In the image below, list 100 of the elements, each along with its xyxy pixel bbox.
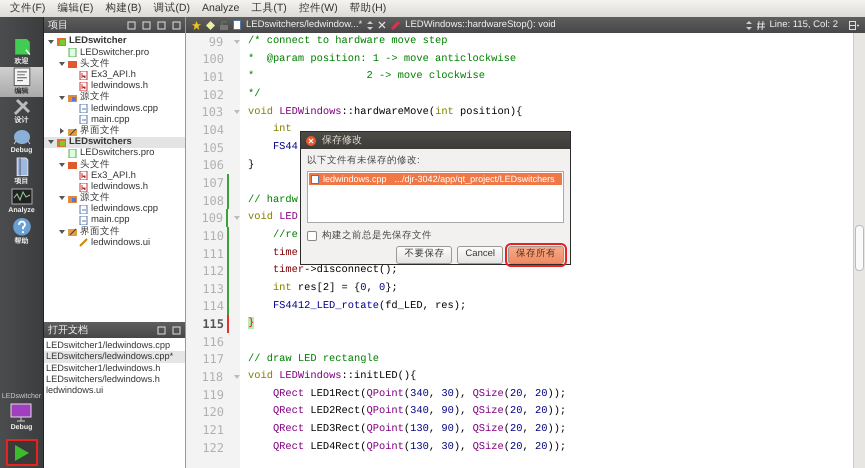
header-file-icon — [79, 182, 88, 192]
code-line: int — [272, 122, 292, 138]
source-file-icon — [311, 174, 319, 184]
updown-arrows-icon[interactable] — [367, 20, 374, 30]
tree-item[interactable]: LEDswitchers — [44, 136, 185, 148]
line-number: 104 — [201, 122, 224, 140]
code-line: // hardw — [248, 192, 298, 208]
tree-item[interactable]: ledwindows.cpp — [44, 204, 185, 215]
panel-title: 打开文档 — [48, 324, 88, 338]
menu-item[interactable]: 调试(D) — [147, 0, 196, 17]
expanded-arrow-icon[interactable] — [47, 38, 55, 46]
bug-icon — [12, 128, 32, 146]
tree-item[interactable]: LEDswitcher.pro — [44, 47, 185, 58]
line-number: 107 — [201, 174, 224, 192]
folder-icon — [68, 59, 77, 68]
folder-icon — [68, 160, 77, 170]
menu-item[interactable]: 构建(B) — [99, 0, 148, 17]
code-line: int res[2] = {0, 0}; — [272, 280, 398, 296]
tree-item[interactable]: ledwindows.cpp — [44, 103, 185, 114]
line-number: 110 — [201, 228, 224, 245]
menu-item[interactable]: 工具(T) — [245, 0, 293, 17]
play-icon — [14, 444, 30, 462]
updown-arrows-icon[interactable] — [746, 20, 752, 30]
pencil-ruler-icon — [12, 98, 30, 116]
line-number: 116 — [201, 334, 224, 351]
code-line: } — [248, 158, 254, 172]
tree-item[interactable]: 头文件 — [44, 159, 185, 170]
tree-item[interactable]: 源文件 — [44, 192, 185, 204]
close-icon[interactable] — [306, 136, 316, 146]
menu-item[interactable]: 控件(W) — [292, 0, 344, 17]
expanded-arrow-icon[interactable] — [58, 60, 66, 68]
cursor-position: Line: 115, Col: 2 — [770, 18, 838, 32]
menu-item[interactable]: 帮助(H) — [344, 0, 392, 17]
tree-item[interactable]: 界面文件 — [44, 226, 185, 238]
project-icon — [57, 138, 66, 147]
close-icon[interactable] — [378, 21, 386, 29]
expanded-arrow-icon[interactable] — [58, 160, 66, 169]
header-file-icon — [79, 82, 88, 91]
file-selector[interactable]: LEDswitchers/ledwindow...* — [246, 18, 362, 32]
tree-item[interactable]: ledwindows.h — [44, 181, 185, 193]
collapsed-arrow-icon[interactable] — [58, 127, 66, 136]
source-file-icon — [79, 204, 88, 214]
help-icon — [12, 217, 32, 236]
code-line: void LEDWindows::hardwareMove(int position){ — [248, 104, 522, 120]
tree-item[interactable]: LEDswitchers.pro — [44, 148, 185, 160]
star-icon[interactable] — [192, 20, 201, 30]
line-number: 118 — [200, 369, 224, 386]
open-document-item[interactable]: ledwindows.ui — [44, 385, 185, 396]
menu-item[interactable]: Analyze — [196, 0, 246, 17]
source-file-icon — [79, 104, 88, 114]
line-number: 101 — [201, 69, 224, 86]
code-line: QRect LED1Rect(QPoint(340, 30), QSize(20, 20)); — [272, 386, 566, 402]
code-line: QRect LED4Rect(QPoint(130, 30), QSize(20, 20)); — [272, 440, 566, 455]
tree-item[interactable]: LEDswitcher — [44, 36, 185, 48]
code-line: */ — [248, 86, 260, 102]
monitor-graph-icon — [10, 188, 32, 206]
tree-item[interactable]: main.cpp — [44, 114, 185, 126]
open-document-item[interactable]: LEDswitchers/ledwindows.h — [44, 374, 185, 386]
scrollbar-thumb[interactable] — [855, 225, 864, 271]
expanded-arrow-icon[interactable] — [58, 94, 66, 102]
tree-item[interactable]: 源文件 — [44, 92, 185, 104]
line-number: 113 — [201, 280, 224, 298]
line-number: 121 — [201, 422, 224, 439]
monitor-icon — [10, 402, 34, 422]
source-file-icon — [79, 216, 88, 226]
tree-item[interactable]: Ex3_API.h — [44, 170, 185, 182]
vertical-scrollbar[interactable] — [853, 33, 865, 468]
line-number: 102 — [201, 86, 224, 104]
tree-item[interactable]: main.cpp — [44, 215, 185, 226]
form-file-icon — [79, 238, 88, 248]
open-document-item[interactable]: LEDswitcher1/ledwindows.cpp — [44, 340, 185, 352]
code-line: FS44 — [272, 140, 298, 155]
checkbox-label: 构建之前总是先保存文件 — [322, 229, 432, 244]
file-name: ledwindows.cpp — [323, 172, 387, 186]
tree-item[interactable]: 界面文件 — [44, 126, 185, 137]
tree-item[interactable]: ledwindows.ui — [44, 237, 185, 249]
expanded-arrow-icon[interactable] — [58, 194, 66, 202]
checkbox[interactable] — [307, 231, 317, 242]
dialog-message: 以下文件有未保存的修改: — [307, 154, 421, 168]
code-line: // draw LED rectangle — [248, 352, 379, 367]
dialog-button[interactable]: Cancel — [457, 246, 503, 264]
expanded-arrow-icon[interactable] — [47, 138, 55, 146]
file-path: .../djr-3042/app/qt_project/LEDswitchers — [394, 172, 555, 186]
tree-item[interactable]: ledwindows.h — [44, 80, 185, 92]
expanded-arrow-icon[interactable] — [58, 228, 66, 236]
open-document-item[interactable]: LEDswitcher1/ledwindows.h — [44, 362, 185, 374]
line-number: 99 — [208, 34, 224, 51]
code-line: /* connect to hardware move step — [248, 34, 448, 50]
tree-item[interactable]: Ex3_API.h — [44, 70, 185, 81]
menu-item[interactable]: 文件(F) — [4, 0, 52, 17]
source-file-icon — [79, 115, 88, 124]
line-number: 117 — [201, 351, 224, 368]
binder-icon — [14, 157, 28, 176]
menu-item[interactable]: 编辑(E) — [51, 0, 100, 17]
tree-item[interactable]: 头文件 — [44, 58, 185, 70]
run-button[interactable] — [6, 439, 38, 466]
diamond-icon[interactable] — [206, 20, 215, 30]
open-document-item[interactable]: LEDswitchers/ledwindows.cpp* — [44, 351, 185, 363]
function-selector[interactable]: LEDWindows::hardwareStop(): void — [405, 18, 556, 32]
dialog-button[interactable]: 不要保存 — [396, 246, 452, 264]
